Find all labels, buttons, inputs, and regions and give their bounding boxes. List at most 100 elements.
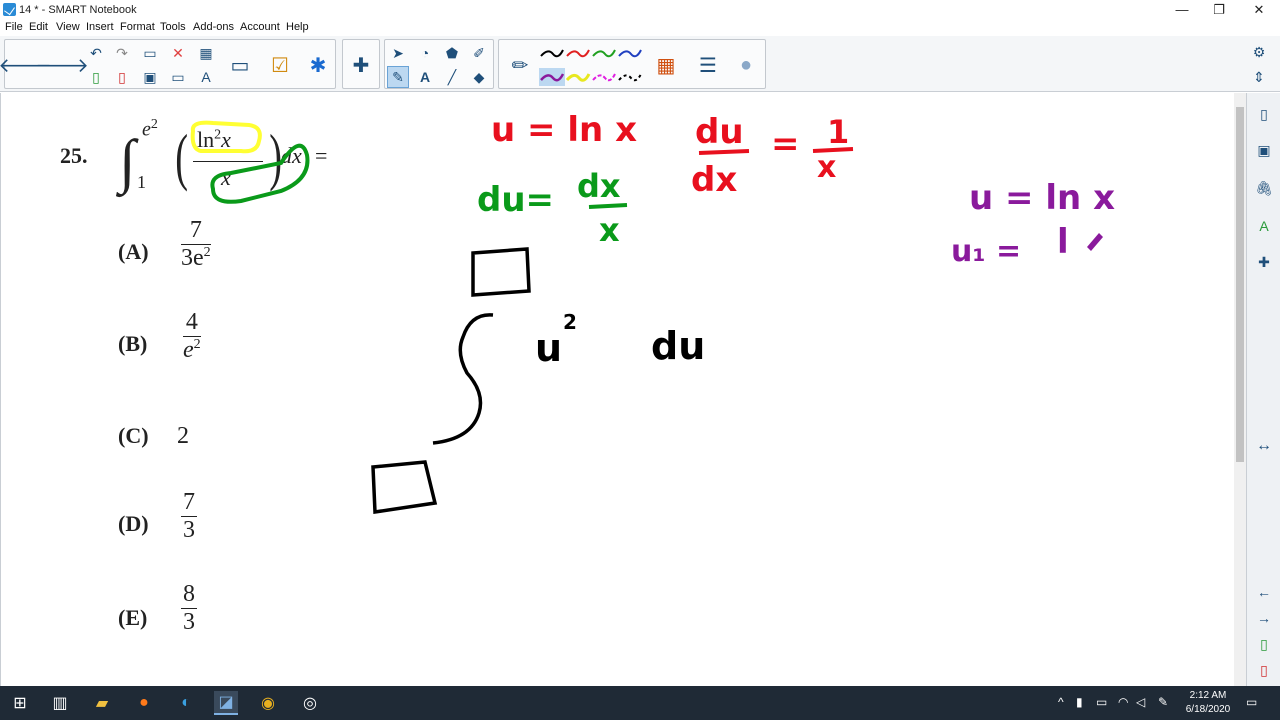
save-icon[interactable]: ▣ [139,66,161,88]
notebook-page[interactable]: 25. ∫ e2 1 ( ln2x x ) dx = (A) 7 3e2 (B)… [0,93,1234,686]
chrome-icon[interactable]: ◉ [256,691,280,715]
firefox-icon[interactable]: ● [132,691,156,715]
toolbar-group-addons: ✚ [342,39,380,89]
taskbar-clock[interactable]: 2:12 AM 6/18/2020 [1180,689,1236,717]
fill-icon[interactable]: ⬟ [441,42,463,64]
clock-date: 6/18/2020 [1185,704,1231,715]
table-icon[interactable]: ▦ [195,42,217,64]
scrollbar-thumb[interactable] [1236,107,1244,462]
obs-icon[interactable]: ◎ [298,691,322,715]
ink-purple-line-2: u₁ = [951,234,1021,269]
text-tool-icon[interactable]: A [414,66,436,88]
select-arrow-icon[interactable]: ➤ [387,42,409,64]
tray-chevron-icon[interactable]: ^ [1058,695,1064,709]
minimize-button[interactable]: — [1162,0,1202,20]
properties-icon[interactable]: A [1255,217,1273,235]
wifi-icon[interactable]: ◠ [1118,695,1128,709]
file-explorer-icon[interactable]: ▰ [90,691,114,715]
vertical-scrollbar[interactable] [1234,93,1246,686]
attachments-icon[interactable]: 🖇 [1255,179,1273,197]
menu-account[interactable]: Account [240,21,280,33]
pen-yellow-style[interactable] [565,68,591,86]
toolbar-group-main: 🡐 🡒 ↶ ↷ ▭ ✕ ▦ ▯ ▯ ▣ ▭ A ▭ ☑ ✱ [0,39,336,89]
ink-black-du: du [651,324,705,368]
menu-view[interactable]: View [56,21,80,33]
ink-green-du: du= [477,180,554,220]
ink-red-one: 1 [827,113,849,151]
addons-icon[interactable]: ✚ [1255,253,1273,271]
pen-purple-style[interactable] [539,68,565,86]
eraser-icon[interactable]: ◆ [468,66,490,88]
display-icon[interactable]: ▭ [225,43,255,87]
edge-icon[interactable]: ◐ [174,691,198,715]
ink-green-dx: dx [577,167,621,205]
screen-shade-icon[interactable]: ▭ [167,66,189,88]
undo-icon[interactable]: ↶ [85,42,107,64]
keyboard-icon[interactable]: ▭ [1096,695,1107,709]
menu-help[interactable]: Help [286,21,309,33]
maximize-button[interactable]: ❐ [1199,0,1239,20]
pen-icon[interactable]: ✏ [505,43,535,87]
task-view-icon[interactable]: ▥ [48,691,72,715]
smart-notebook-icon [3,3,16,16]
gallery-icon[interactable]: ▣ [1255,141,1273,159]
pen-red-style[interactable] [565,44,591,62]
toolbar-position-icon[interactable]: ⇕ [1248,66,1270,88]
line-style-icon[interactable]: ☰ [693,43,723,87]
ink-upper-box [471,247,531,297]
ink-black-exp: 2 [563,310,577,334]
volume-icon[interactable]: ◁ [1136,695,1145,709]
open-file-icon[interactable]: ▭ [139,42,161,64]
menu-addons[interactable]: Add-ons [193,21,234,33]
delete-page-side-icon[interactable]: ▯ [1255,661,1273,679]
pen-blue-style[interactable] [617,44,643,62]
text-format-icon[interactable]: A [195,66,217,88]
widget-icon[interactable]: ✱ [303,43,333,87]
ink-green-frac-bar [588,203,628,209]
toolbar-group-pen-styles: ✏ ▦ ☰ ● [498,39,766,89]
window-title: 14 * - SMART Notebook [19,4,137,16]
ink-layer[interactable]: u = ln x du dx = 1 x du= dx x u = ln x u… [1,93,1235,686]
transparency-icon[interactable]: ● [731,43,761,87]
magic-pen-icon[interactable]: ✐ [468,42,490,64]
highlight-ln2x [190,120,262,154]
battery-icon[interactable]: ▮ [1076,695,1083,709]
puzzle-icon[interactable]: ✚ [346,43,376,87]
close-button[interactable]: ✕ [1239,0,1279,20]
settings-gear-icon[interactable]: ⚙ [1248,41,1270,63]
ink-red-x: x [817,150,836,185]
menu-tools[interactable]: Tools [160,21,186,33]
add-page-side-icon[interactable]: ▯ [1255,635,1273,653]
menu-format[interactable]: Format [120,21,155,33]
delete-icon[interactable]: ✕ [167,42,189,64]
pens-tool-icon[interactable]: ✎ [387,66,409,88]
pen-green-style[interactable] [591,44,617,62]
shapes-icon[interactable]: ◔ [414,42,436,64]
windows-taskbar: ⊞ ▥ ▰ ● ◐ ◪ ◉ ◎ ^ ▮ ▭ ◠ ◁ ✎ 2:12 AM 6/18… [0,686,1280,720]
clock-time: 2:12 AM [1189,690,1227,701]
activity-icon[interactable]: ☑ [265,43,295,87]
add-page-icon[interactable]: ▯ [85,66,107,88]
menu-insert[interactable]: Insert [86,21,114,33]
pen-dashed-style[interactable] [617,68,643,86]
delete-page-icon[interactable]: ▯ [111,66,133,88]
ink-green-x: x [599,211,620,249]
redo-icon[interactable]: ↷ [111,42,133,64]
notifications-icon[interactable]: ▭ [1246,695,1257,709]
smart-notebook-taskbar-icon[interactable]: ◪ [214,691,238,715]
resize-arrows-icon[interactable]: ↔ [1255,437,1273,455]
forward-arrow-icon[interactable]: 🡒 [35,43,89,87]
pen-magenta-style[interactable] [591,68,617,86]
pen-workspace-icon[interactable]: ✎ [1158,695,1168,709]
pen-cursor-icon [1087,233,1103,251]
windows-start-icon[interactable]: ⊞ [8,691,32,715]
pen-black-style[interactable] [539,44,565,62]
line-tool-icon[interactable]: ╱ [441,66,463,88]
page-sorter-icon[interactable]: ▯ [1255,105,1273,123]
menu-file[interactable]: File [5,21,23,33]
prev-page-icon[interactable]: ← [1255,583,1273,601]
menu-edit[interactable]: Edit [29,21,48,33]
color-palette-icon[interactable]: ▦ [651,43,681,87]
ink-red-du: du [695,112,744,152]
next-page-icon[interactable]: → [1255,609,1273,627]
